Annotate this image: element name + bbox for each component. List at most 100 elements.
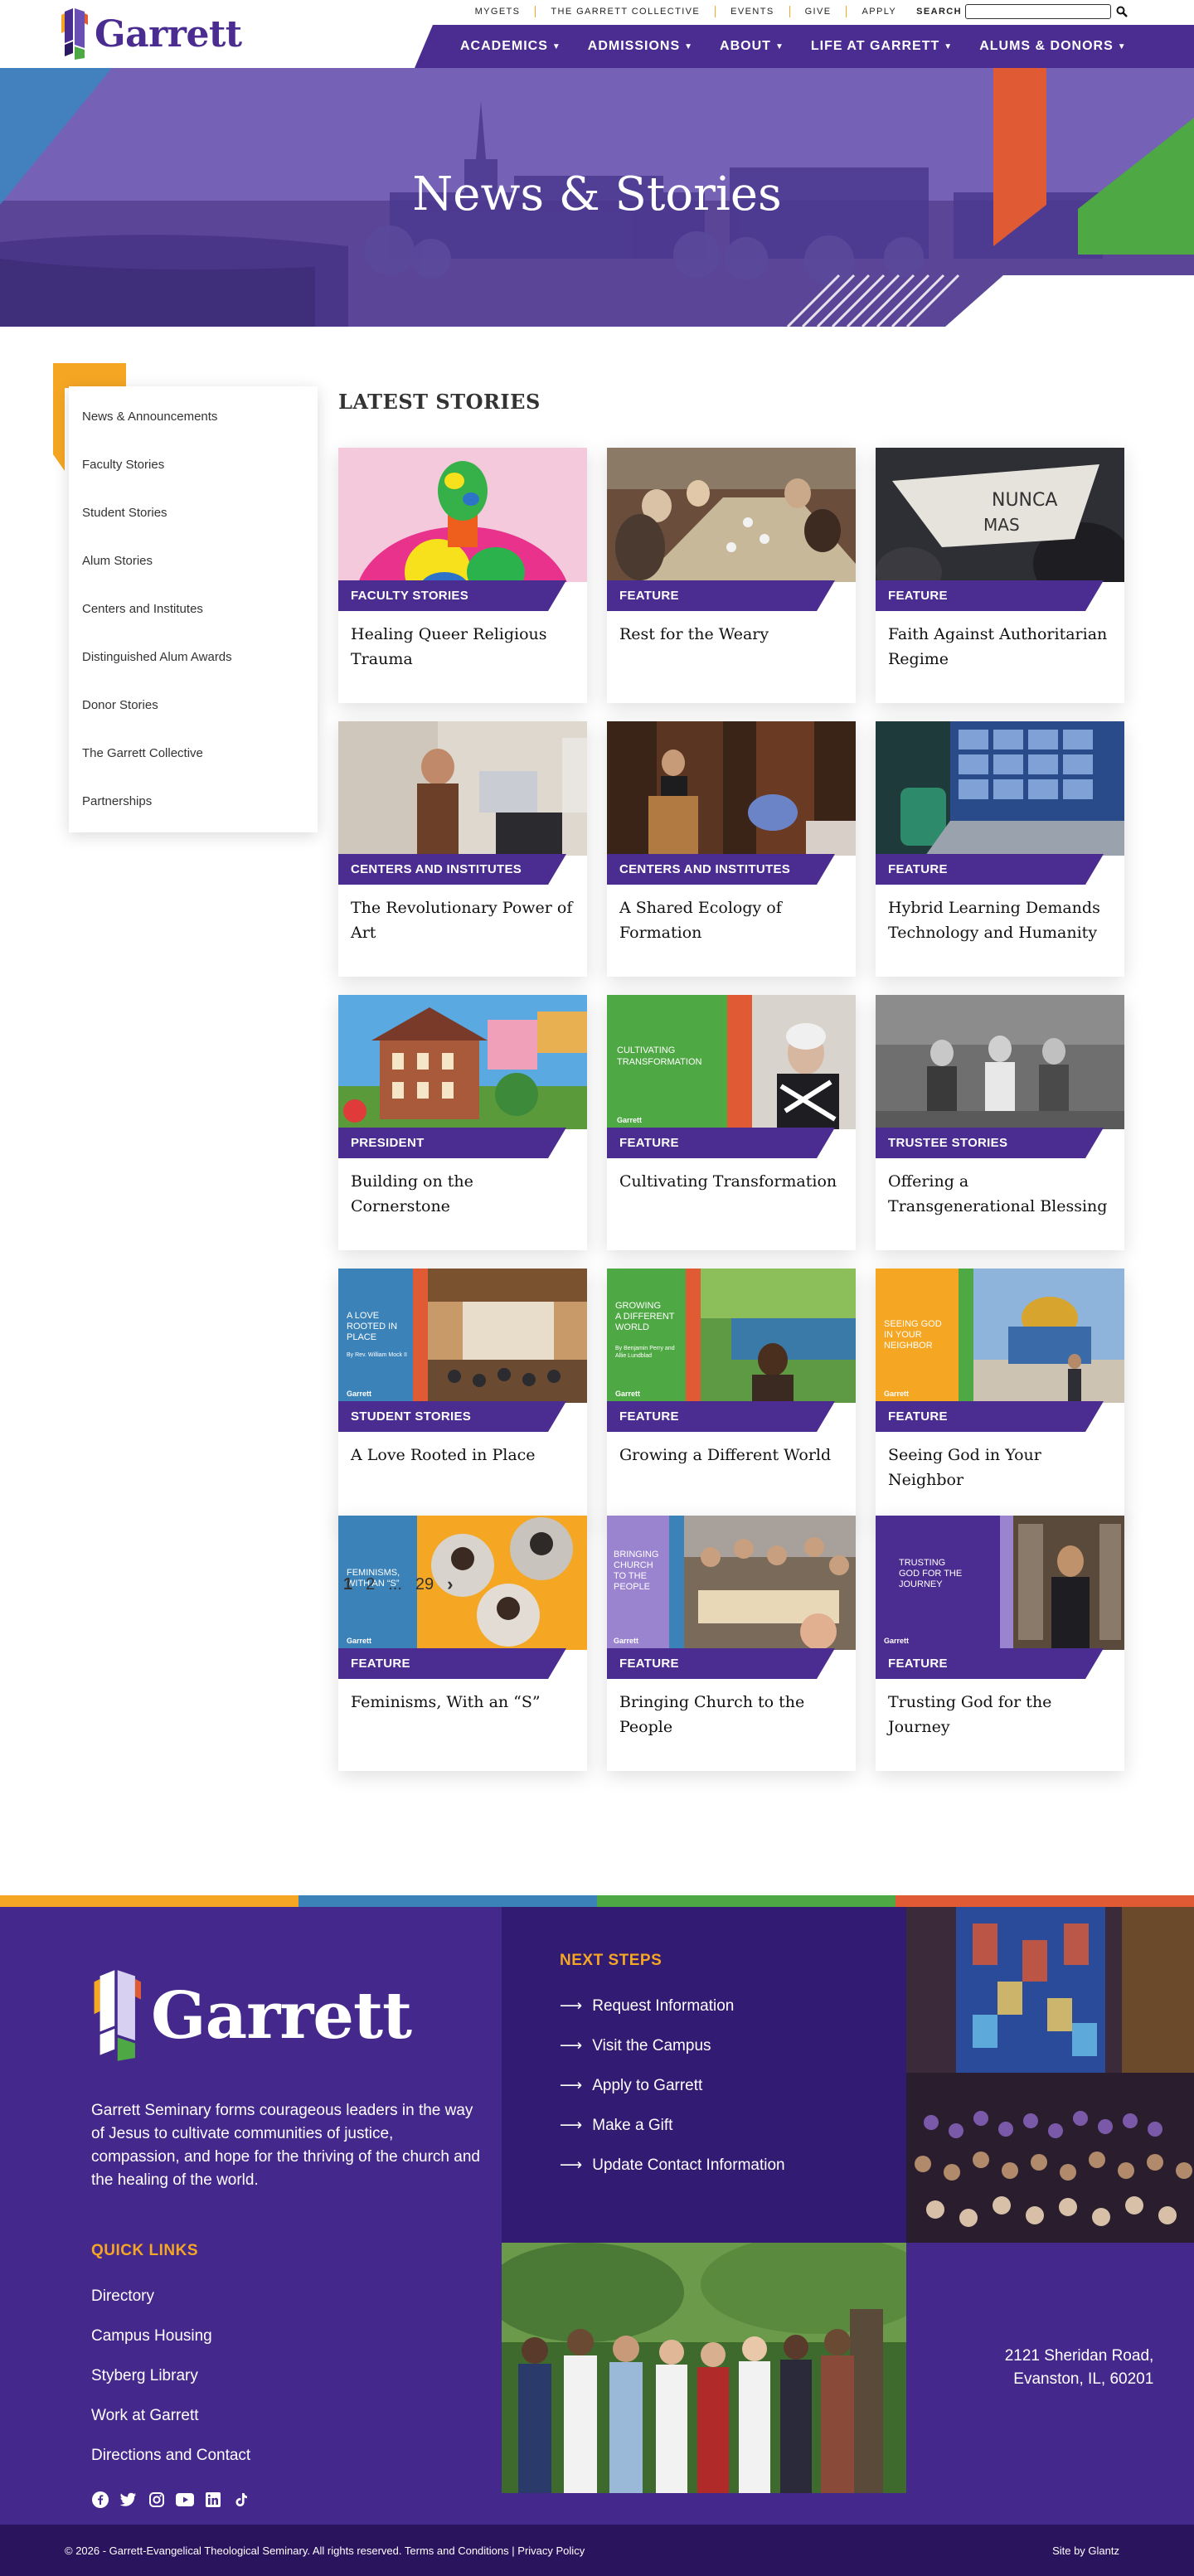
nav-admissions-label: ADMISSIONS (587, 39, 681, 53)
chevron-right-icon[interactable]: › (447, 1574, 453, 1595)
story-card[interactable]: TRUSTING GOD FOR THE JOURNEY Garrett FEATU… (876, 1516, 1124, 1771)
chevron-down-icon: ▼ (684, 41, 694, 51)
story-card[interactable]: SEEING GOD IN YOUR NEIGHBOR Garrett FEATUR… (876, 1269, 1124, 1524)
story-title: The Revolutionary Power of Art (351, 899, 573, 942)
color-bar-green (597, 1895, 896, 1907)
twitter-icon[interactable] (119, 2491, 138, 2509)
nav-about[interactable]: ABOUT ▼ (720, 39, 784, 54)
story-card[interactable]: CENTERS AND INSTITUTES The Revolutionary… (338, 721, 587, 977)
instagram-icon[interactable] (148, 2491, 166, 2509)
image-brand-text: Garrett (615, 1390, 640, 1398)
story-category-tag: TRUSTEE STORIES (876, 1128, 1104, 1158)
story-card[interactable]: PRESIDENT Building on the Cornerstone (338, 995, 587, 1250)
story-card[interactable]: TRUSTEE STORIES Offering a Transgenerati… (876, 995, 1124, 1250)
story-image: SEEING GOD IN YOUR NEIGHBOR Garrett (876, 1269, 1124, 1403)
sidebar-item-partnerships[interactable]: Partnerships (69, 778, 318, 826)
image-byline-love: By Rev. William Mock II (347, 1352, 407, 1358)
story-card[interactable]: FACULTY STORIES Healing Queer Religious … (338, 448, 587, 703)
story-image: A LOVE ROOTED IN PLACE By Rev. William Moc… (338, 1269, 587, 1403)
quick-link-styberg-library[interactable]: Styberg Library (91, 2356, 250, 2396)
privacy-link[interactable]: Privacy Policy (517, 2544, 585, 2557)
search-icon[interactable] (1114, 4, 1129, 19)
nav-life-at-garrett[interactable]: LIFE AT GARRETT ▼ (811, 39, 953, 54)
page-ellipsis: ... (388, 1574, 402, 1594)
address-line-1: 2121 Sheridan Road, (1004, 2347, 1154, 2365)
sidebar-item-centers-institutes[interactable]: Centers and Institutes (69, 585, 318, 633)
nav-admissions[interactable]: ADMISSIONS ▼ (588, 39, 693, 54)
story-category-tag: FEATURE (607, 1648, 835, 1679)
image-brand-text: Garrett (617, 1116, 642, 1124)
color-bar-blue (298, 1895, 597, 1907)
story-image (607, 448, 856, 582)
copyright-text: © 2026 - Garrett-Evangelical Theological… (65, 2544, 402, 2557)
site-footer: Garrett Garrett Seminary forms courageou… (0, 1907, 1194, 2525)
sidebar-item-alum-stories[interactable]: Alum Stories (69, 537, 318, 585)
story-card[interactable]: CENTERS AND INSTITUTES A Shared Ecology … (607, 721, 856, 977)
sign-text-line2: MAS (983, 515, 1020, 535)
facebook-icon[interactable] (91, 2491, 109, 2509)
story-title: Faith Against Authoritarian Regime (888, 625, 1108, 668)
sidebar-item-student-stories[interactable]: Student Stories (69, 489, 318, 537)
utility-link-give[interactable]: GIVE (790, 6, 847, 17)
page-last-link[interactable]: 29 (415, 1575, 434, 1594)
copyright-left: © 2026 - Garrett-Evangelical Theological… (65, 2544, 585, 2557)
terms-link[interactable]: Terms and Conditions (405, 2544, 509, 2557)
social-links (91, 2491, 250, 2509)
story-title: Trusting God for the Journey (888, 1693, 1052, 1736)
next-step-label: Request Information (592, 1997, 735, 2015)
nav-alums-donors[interactable]: ALUMS & DONORS ▼ (979, 39, 1126, 54)
page-current[interactable]: 1 (343, 1575, 352, 1594)
story-category-tag: PRESIDENT (338, 1128, 566, 1158)
tiktok-icon[interactable] (232, 2491, 250, 2509)
utility-link-mygets[interactable]: MYGETS (460, 6, 536, 17)
sidebar-item-donor-stories[interactable]: Donor Stories (69, 682, 318, 730)
quick-link-work-at-garrett[interactable]: Work at Garrett (91, 2396, 250, 2436)
sidebar-item-news-announcements[interactable]: News & Announcements (69, 393, 318, 441)
next-step-label: Apply to Garrett (592, 2077, 703, 2094)
story-image: BRINGING CHURCH TO THE PEOPLE Garrett (607, 1516, 856, 1650)
search-input[interactable] (965, 4, 1111, 19)
story-card[interactable]: A LOVE ROOTED IN PLACE By Rev. William Moc… (338, 1269, 587, 1524)
story-card[interactable]: GROWING A DIFFERENT WORLD By Benjamin Perr… (607, 1269, 856, 1524)
story-image (876, 721, 1124, 856)
story-card[interactable]: NUNCA MAS FEATURE Faith Against Authorit… (876, 448, 1124, 703)
next-step-request-info[interactable]: ⟶ Request Information (560, 1987, 785, 2026)
utility-link-events[interactable]: EVENTS (716, 6, 790, 17)
next-step-make-gift[interactable]: ⟶ Make a Gift (560, 2106, 785, 2146)
sidebar-item-garrett-collective[interactable]: The Garrett Collective (69, 730, 318, 778)
story-category-tag: FEATURE (607, 1128, 835, 1158)
linkedin-icon[interactable] (204, 2491, 222, 2509)
youtube-icon[interactable] (176, 2491, 194, 2509)
story-title: Growing a Different World (619, 1446, 832, 1464)
quick-link-directions-contact[interactable]: Directions and Contact (91, 2436, 250, 2476)
quick-link-campus-housing[interactable]: Campus Housing (91, 2316, 250, 2356)
next-step-update-contact[interactable]: ⟶ Update Contact Information (560, 2146, 785, 2185)
nav-life-label: LIFE AT GARRETT (810, 39, 940, 53)
site-header: Garrett MYGETS THE GARRETT COLLECTIVE EV… (0, 0, 1194, 68)
story-card[interactable]: CULTIVATING TRANSFORMATION Garrett FEATUR… (607, 995, 856, 1250)
site-credit-link[interactable]: Site by Glantz (1052, 2544, 1119, 2557)
page-2-link[interactable]: 2 (366, 1575, 375, 1594)
utility-link-apply[interactable]: APPLY (847, 6, 911, 17)
story-card[interactable]: FEATURE Rest for the Weary (607, 448, 856, 703)
next-step-label: Visit the Campus (592, 2037, 711, 2054)
utility-link-garrett-collective[interactable]: THE GARRETT COLLECTIVE (536, 6, 716, 17)
garrett-logo-mark-icon (61, 8, 88, 60)
nav-about-label: ABOUT (720, 39, 771, 53)
garrett-logo[interactable]: Garrett (60, 7, 242, 61)
story-card[interactable]: FEATURE Hybrid Learning Demands Technolo… (876, 721, 1124, 977)
story-title: Offering a Transgenerational Blessing (888, 1172, 1108, 1215)
story-card[interactable]: FEMINISMS, WITH AN “S” Garrett FEATURE Fe… (338, 1516, 587, 1771)
next-step-visit-campus[interactable]: ⟶ Visit the Campus (560, 2026, 785, 2066)
nav-alums-label: ALUMS & DONORS (979, 39, 1114, 53)
footer-logo[interactable]: Garrett (91, 1967, 412, 2064)
story-card[interactable]: BRINGING CHURCH TO THE PEOPLE Garrett FEATU… (607, 1516, 856, 1771)
nav-academics[interactable]: ACADEMICS ▼ (460, 39, 561, 54)
latest-stories-heading: LATEST STORIES (338, 390, 541, 414)
sidebar-item-distinguished-alum-awards[interactable]: Distinguished Alum Awards (69, 633, 318, 682)
sidebar-item-faculty-stories[interactable]: Faculty Stories (69, 441, 318, 489)
garrett-logo-word: Garrett (95, 12, 242, 56)
next-steps-links: ⟶ Request Information ⟶ Visit the Campus ⟶… (560, 1987, 785, 2185)
quick-link-directory[interactable]: Directory (91, 2277, 250, 2316)
next-step-apply[interactable]: ⟶ Apply to Garrett (560, 2066, 785, 2106)
